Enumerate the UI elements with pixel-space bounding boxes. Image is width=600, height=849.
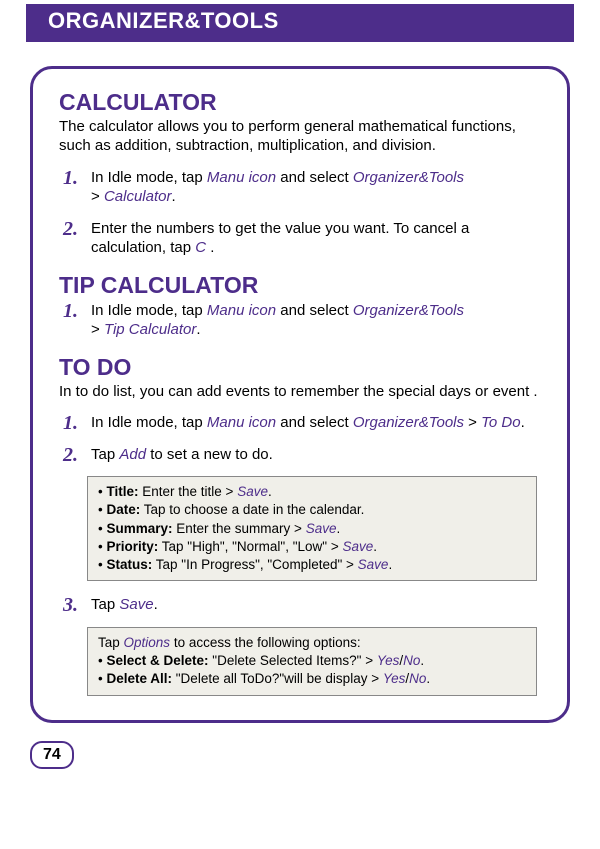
field-label-summary: Summary: — [106, 521, 172, 536]
keyword-no: No — [409, 671, 426, 686]
keyword-manu-icon: Manu icon — [207, 169, 276, 186]
keyword-calculator: Calculator — [104, 188, 172, 205]
step-text: In Idle mode, tap — [91, 414, 207, 431]
keyword-yes: Yes — [377, 653, 400, 668]
field-text: . — [373, 539, 377, 554]
keyword-save: Save — [342, 539, 373, 554]
field-label-date: Date: — [106, 502, 140, 517]
tip-step-1: 1. In Idle mode, tap Manu icon and selec… — [59, 301, 541, 340]
options-intro-line: Tap Options to access the following opti… — [98, 634, 526, 652]
step-text: In Idle mode, tap — [91, 302, 207, 319]
step-number: 2. — [63, 442, 78, 468]
step-text: Tap — [91, 596, 119, 613]
todo-fields-box: • Title: Enter the title > Save. • Date:… — [87, 476, 537, 581]
keyword-organizer-tools: Organizer&Tools — [353, 169, 464, 186]
section-title-calculator: CALCULATOR — [59, 89, 541, 116]
step-text: . — [171, 188, 175, 205]
opt-text: . — [426, 671, 430, 686]
field-label-title: Title: — [106, 484, 138, 499]
field-date-line: • Date: Tap to choose a date in the cale… — [98, 501, 526, 519]
keyword-no: No — [403, 653, 420, 668]
calculator-steps: 1. In Idle mode, tap Manu icon and selec… — [59, 168, 541, 258]
step-text: and select — [276, 302, 353, 319]
opt-text: "Delete all ToDo?"will be display > — [172, 671, 383, 686]
keyword-save: Save — [358, 557, 389, 572]
field-text: . — [388, 557, 392, 572]
options-text: Tap — [98, 635, 124, 650]
keyword-manu-icon: Manu icon — [207, 302, 276, 319]
keyword-options: Options — [124, 635, 171, 650]
keyword-yes: Yes — [383, 671, 406, 686]
step-text: . — [196, 321, 200, 338]
todo-steps-3: 3. Tap Save. — [59, 595, 541, 615]
opt-label-select-delete: Select & Delete: — [106, 653, 208, 668]
step-number: 1. — [63, 298, 78, 324]
step-number: 3. — [63, 592, 78, 618]
field-text: Enter the summary > — [173, 521, 306, 536]
step-text: > — [91, 321, 104, 338]
step-text: Tap — [91, 446, 119, 463]
todo-steps: 1. In Idle mode, tap Manu icon and selec… — [59, 413, 541, 464]
todo-step-1: 1. In Idle mode, tap Manu icon and selec… — [59, 413, 541, 433]
step-text: > — [464, 414, 481, 431]
keyword-c: C — [195, 239, 206, 256]
field-priority-line: • Priority: Tap "High", "Normal", "Low" … — [98, 538, 526, 556]
section-title-todo: TO DO — [59, 354, 541, 381]
opt-text: . — [420, 653, 424, 668]
chapter-header: ORGANIZER&TOOLS — [26, 4, 574, 42]
keyword-save: Save — [306, 521, 337, 536]
step-number: 2. — [63, 216, 78, 242]
step-text: In Idle mode, tap — [91, 169, 207, 186]
keyword-tip-calculator: Tip Calculator — [104, 321, 196, 338]
field-text: . — [336, 521, 340, 536]
field-text: . — [268, 484, 272, 499]
field-label-status: Status: — [106, 557, 152, 572]
options-text: to access the following options: — [170, 635, 361, 650]
calculator-step-1: 1. In Idle mode, tap Manu icon and selec… — [59, 168, 541, 207]
page-number-wrap: 74 — [30, 741, 570, 769]
step-text: Enter the numbers to get the value you w… — [91, 220, 469, 257]
step-text: . — [206, 239, 214, 256]
todo-intro: In to do list, you can add events to rem… — [59, 383, 541, 402]
step-text: and select — [276, 169, 353, 186]
keyword-manu-icon: Manu icon — [207, 414, 276, 431]
field-text: Tap to choose a date in the calendar. — [140, 502, 364, 517]
step-text: > — [91, 188, 104, 205]
field-text: Enter the title > — [139, 484, 238, 499]
step-text: to set a new to do. — [146, 446, 273, 463]
step-text: . — [154, 596, 158, 613]
keyword-save: Save — [119, 596, 153, 613]
field-summary-line: • Summary: Enter the summary > Save. — [98, 520, 526, 538]
tip-steps: 1. In Idle mode, tap Manu icon and selec… — [59, 301, 541, 340]
step-number: 1. — [63, 410, 78, 436]
todo-step-2: 2. Tap Add to set a new to do. — [59, 445, 541, 465]
content-card: CALCULATOR The calculator allows you to … — [30, 66, 570, 723]
keyword-organizer-tools: Organizer&Tools — [353, 414, 464, 431]
section-title-tip-calculator: TIP CALCULATOR — [59, 272, 541, 299]
keyword-add: Add — [119, 446, 146, 463]
calculator-step-2: 2. Enter the numbers to get the value yo… — [59, 219, 541, 258]
field-status-line: • Status: Tap "In Progress", "Completed"… — [98, 556, 526, 574]
step-text: . — [521, 414, 525, 431]
keyword-organizer-tools: Organizer&Tools — [353, 302, 464, 319]
field-text: Tap "High", "Normal", "Low" > — [158, 539, 342, 554]
step-number: 1. — [63, 165, 78, 191]
manual-page: ORGANIZER&TOOLS CALCULATOR The calculato… — [0, 0, 600, 789]
keyword-todo: To Do — [481, 414, 520, 431]
field-title-line: • Title: Enter the title > Save. — [98, 483, 526, 501]
field-label-priority: Priority: — [106, 539, 158, 554]
opt-text: "Delete Selected Items?" > — [209, 653, 377, 668]
opt-label-delete-all: Delete All: — [106, 671, 172, 686]
field-text: Tap "In Progress", "Completed" > — [152, 557, 357, 572]
step-text: and select — [276, 414, 353, 431]
select-delete-line: • Select & Delete: "Delete Selected Item… — [98, 652, 526, 670]
page-number: 74 — [30, 741, 74, 769]
todo-options-box: Tap Options to access the following opti… — [87, 627, 537, 696]
calculator-intro: The calculator allows you to perform gen… — [59, 118, 541, 156]
todo-step-3: 3. Tap Save. — [59, 595, 541, 615]
keyword-save: Save — [237, 484, 268, 499]
delete-all-line: • Delete All: "Delete all ToDo?"will be … — [98, 670, 526, 688]
